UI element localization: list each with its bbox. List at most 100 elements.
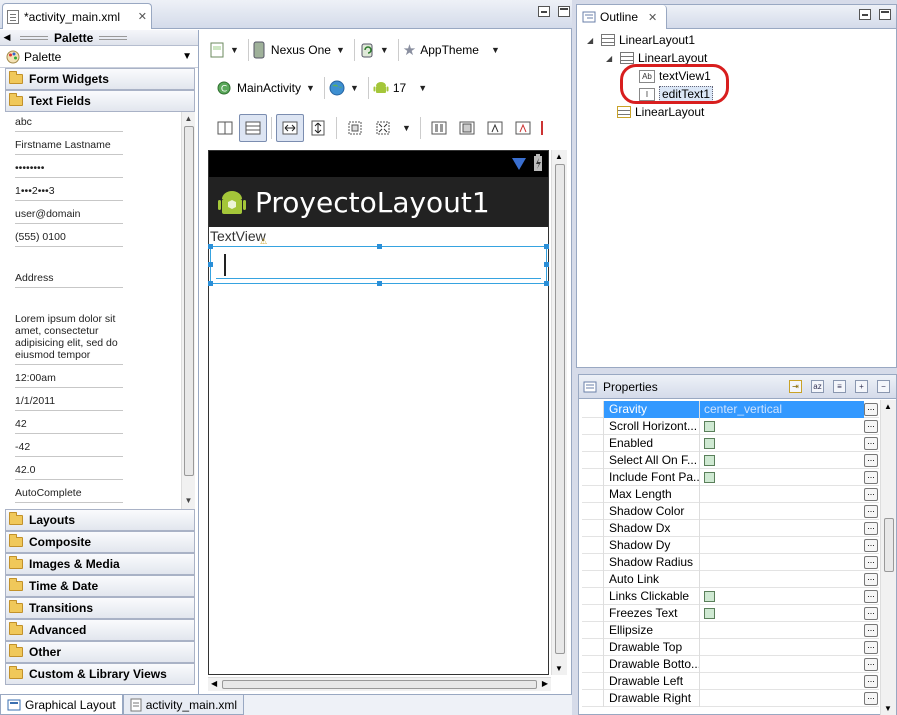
palette-category-other[interactable]: Other (5, 641, 195, 663)
clear-weights-icon[interactable] (509, 114, 537, 142)
scroll-thumb[interactable] (884, 518, 894, 572)
property-value[interactable] (700, 571, 864, 588)
property-row[interactable]: Drawable Left... (582, 672, 879, 690)
checkbox-icon[interactable] (704, 471, 715, 483)
more-options-icon[interactable]: ... (864, 691, 878, 705)
resize-handle[interactable] (377, 281, 382, 286)
palette-text-field-item[interactable]: 42.0 (15, 464, 123, 480)
palette-text-field-item[interactable]: •••••••• (15, 162, 123, 178)
palette-category-custom-library-views[interactable]: Custom & Library Views (5, 663, 195, 685)
more-options-icon[interactable]: ... (864, 436, 878, 450)
palette-category-images-media[interactable]: Images & Media (5, 553, 195, 575)
property-row[interactable]: Drawable Top... (582, 638, 879, 656)
rotate-screen-icon[interactable] (359, 42, 375, 58)
globe-icon[interactable] (329, 80, 345, 96)
property-row[interactable]: Shadow Color... (582, 502, 879, 520)
property-value[interactable] (700, 622, 864, 639)
canvas-horizontal-scrollbar[interactable]: ◀ ▶ (208, 677, 551, 691)
property-row[interactable]: Scroll Horizont...... (582, 417, 879, 435)
text-view[interactable]: TextView (210, 228, 266, 244)
property-value[interactable] (700, 656, 864, 673)
property-row[interactable]: Shadow Radius... (582, 553, 879, 571)
scroll-up-icon[interactable]: ▲ (884, 402, 892, 411)
horizontal-layout-icon[interactable] (211, 114, 239, 142)
palette-selector[interactable]: Palette ▼ (0, 46, 198, 68)
more-options-icon[interactable]: ... (864, 572, 878, 586)
more-options-icon[interactable]: ... (864, 589, 878, 603)
checkbox-icon[interactable] (704, 420, 715, 432)
more-options-icon[interactable]: ... (864, 640, 878, 654)
checkbox-icon[interactable] (704, 607, 715, 619)
palette-text-field-item[interactable]: AutoComplete (15, 487, 123, 503)
collapse-left-icon[interactable]: ◀ (0, 32, 14, 43)
property-row[interactable]: Enabled... (582, 434, 879, 452)
property-value[interactable] (700, 486, 864, 503)
scroll-thumb[interactable] (184, 126, 194, 476)
scroll-left-icon[interactable]: ◀ (211, 679, 217, 688)
api-level-selector[interactable]: 17 (393, 81, 406, 95)
expand-all-icon[interactable]: + (855, 380, 868, 393)
grip-icon[interactable] (99, 35, 128, 40)
palette-text-field-item[interactable]: 12:00am (15, 372, 123, 388)
minimize-icon[interactable] (859, 9, 871, 20)
maximize-icon[interactable] (558, 6, 570, 17)
resize-handle[interactable] (208, 281, 213, 286)
tree-node-linearlayout1[interactable]: ◢ LinearLayout1 (587, 31, 695, 49)
chevron-down-icon[interactable]: ▼ (230, 45, 239, 55)
checkbox-icon[interactable] (704, 437, 715, 449)
resize-handle[interactable] (208, 262, 213, 267)
more-options-icon[interactable]: ... (864, 521, 878, 535)
tree-expander-icon[interactable]: ◢ (587, 36, 597, 45)
grip-icon[interactable] (20, 35, 48, 40)
palette-text-field-item[interactable]: Lorem ipsum dolor sit amet, consectetur … (15, 313, 123, 365)
scroll-right-icon[interactable]: ▶ (542, 679, 548, 688)
palette-category-text-fields[interactable]: Text Fields (5, 90, 195, 112)
property-value[interactable]: center_vertical (700, 400, 864, 418)
property-row[interactable]: Gravity center_vertical... (582, 400, 879, 418)
fill-height-icon[interactable] (304, 114, 332, 142)
property-row[interactable]: Shadow Dy... (582, 536, 879, 554)
palette-text-field-item[interactable]: user@domain (15, 208, 123, 224)
tree-expander-icon[interactable]: ◢ (606, 54, 616, 63)
filter-icon[interactable]: ⇥ (789, 380, 802, 393)
sort-alpha-icon[interactable]: az (811, 380, 824, 393)
activity-selector[interactable]: MainActivity (237, 81, 301, 95)
collapse-all-icon[interactable]: − (877, 380, 890, 393)
property-row[interactable]: Drawable Botto...... (582, 655, 879, 673)
more-options-icon[interactable]: ... (864, 538, 878, 552)
tree-node-linearlayout-2[interactable]: LinearLayout (617, 103, 704, 121)
resize-handle[interactable] (377, 244, 382, 249)
more-options-icon[interactable]: ... (864, 555, 878, 569)
scroll-up-icon[interactable]: ▲ (182, 114, 195, 123)
resize-handle[interactable] (544, 244, 549, 249)
advanced-properties-icon[interactable]: ≡ (833, 380, 846, 393)
resize-handle[interactable] (544, 281, 549, 286)
tab-xml-source[interactable]: activity_main.xml (122, 695, 245, 715)
chevron-down-icon[interactable]: ▼ (380, 45, 389, 55)
property-value[interactable] (700, 435, 864, 452)
scroll-down-icon[interactable]: ▼ (555, 664, 563, 673)
property-value[interactable] (700, 639, 864, 656)
palette-scrollbar[interactable]: ▲ ▼ (181, 112, 195, 509)
property-value[interactable] (700, 673, 864, 690)
canvas-vertical-scrollbar[interactable]: ▲ ▼ (551, 150, 567, 675)
resize-handle[interactable] (544, 262, 549, 267)
scroll-up-icon[interactable]: ▲ (555, 152, 563, 161)
property-row[interactable]: Max Length... (582, 485, 879, 503)
more-options-icon[interactable]: ... (864, 487, 878, 501)
property-value[interactable] (700, 537, 864, 554)
fill-width-icon[interactable] (276, 114, 304, 142)
gravity-icon[interactable] (369, 114, 397, 142)
edit-text-selection[interactable] (208, 244, 549, 286)
scroll-down-icon[interactable]: ▼ (884, 704, 892, 713)
palette-text-field-item[interactable]: -42 (15, 441, 123, 457)
outline-tab[interactable]: Outline ✕ (577, 5, 667, 29)
property-value[interactable] (700, 452, 864, 469)
property-value[interactable] (700, 469, 864, 486)
palette-category-time-date[interactable]: Time & Date (5, 575, 195, 597)
scroll-thumb[interactable] (555, 164, 565, 654)
property-row[interactable]: Links Clickable... (582, 587, 879, 605)
more-options-icon[interactable]: ... (864, 402, 878, 416)
more-options-icon[interactable]: ... (864, 606, 878, 620)
more-options-icon[interactable]: ... (864, 623, 878, 637)
